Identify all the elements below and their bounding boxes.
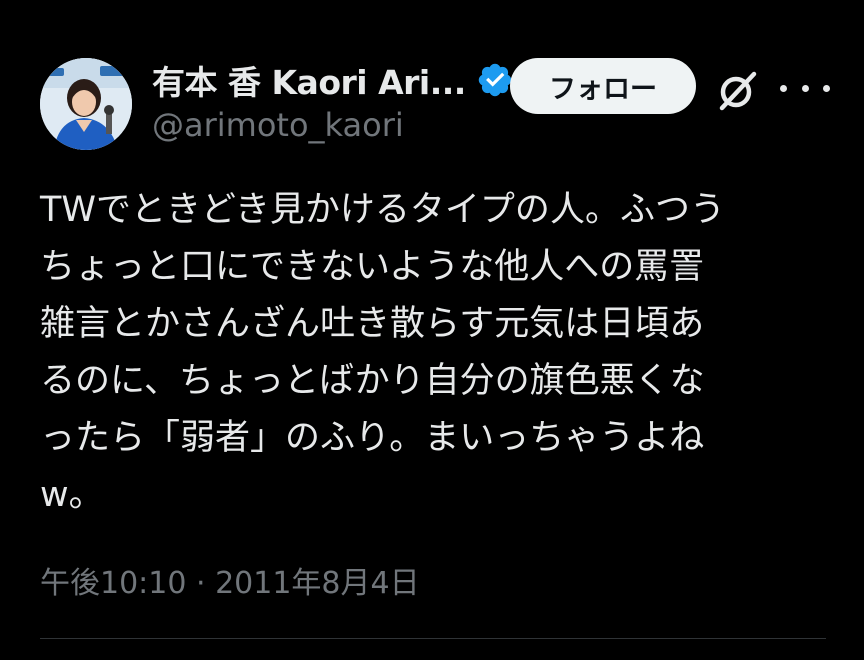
tweet-timestamp[interactable]: 午後10:10 · 2011年8月4日 <box>40 558 420 602</box>
tweet-text-line: ちょっと口にできないような他人への罵詈 <box>40 247 705 287</box>
divider <box>40 638 826 639</box>
avatar-photo <box>40 58 132 150</box>
tweet-text-line: 雑言とかさんざん吐き散らす元気は日頃あ <box>40 304 705 344</box>
tweet-text-line: るのに、ちょっとばかり自分の旗色悪くな <box>40 361 705 401</box>
more-dot <box>823 84 830 92</box>
tweet-card: 有本 香 Kaori Ari... @arimoto_kaori フォロー TW… <box>0 0 864 660</box>
more-dot <box>801 84 809 92</box>
more-horizontal-icon[interactable] <box>780 70 830 106</box>
verified-badge-icon <box>476 61 514 99</box>
author-handle[interactable]: @arimoto_kaori <box>152 106 404 144</box>
avatar[interactable] <box>40 58 132 150</box>
tweet-text-line: ったら「弱者」のふり。まいっちゃうよね <box>40 418 705 458</box>
tweet-text-line: w。 <box>40 475 104 515</box>
author-display-name[interactable]: 有本 香 Kaori Ari... <box>152 56 466 104</box>
tweet-text-line: TWでときどき見かけるタイプの人。ふつう <box>40 190 725 230</box>
follow-button[interactable]: フォロー <box>510 58 696 114</box>
more-dot <box>780 84 787 92</box>
grok-slash-icon[interactable] <box>714 66 762 114</box>
tweet-text: TWでときどき見かけるタイプの人。ふつう ちょっと口にできないような他人への罵詈… <box>40 182 830 524</box>
author-name-row[interactable]: 有本 香 Kaori Ari... <box>152 58 514 102</box>
